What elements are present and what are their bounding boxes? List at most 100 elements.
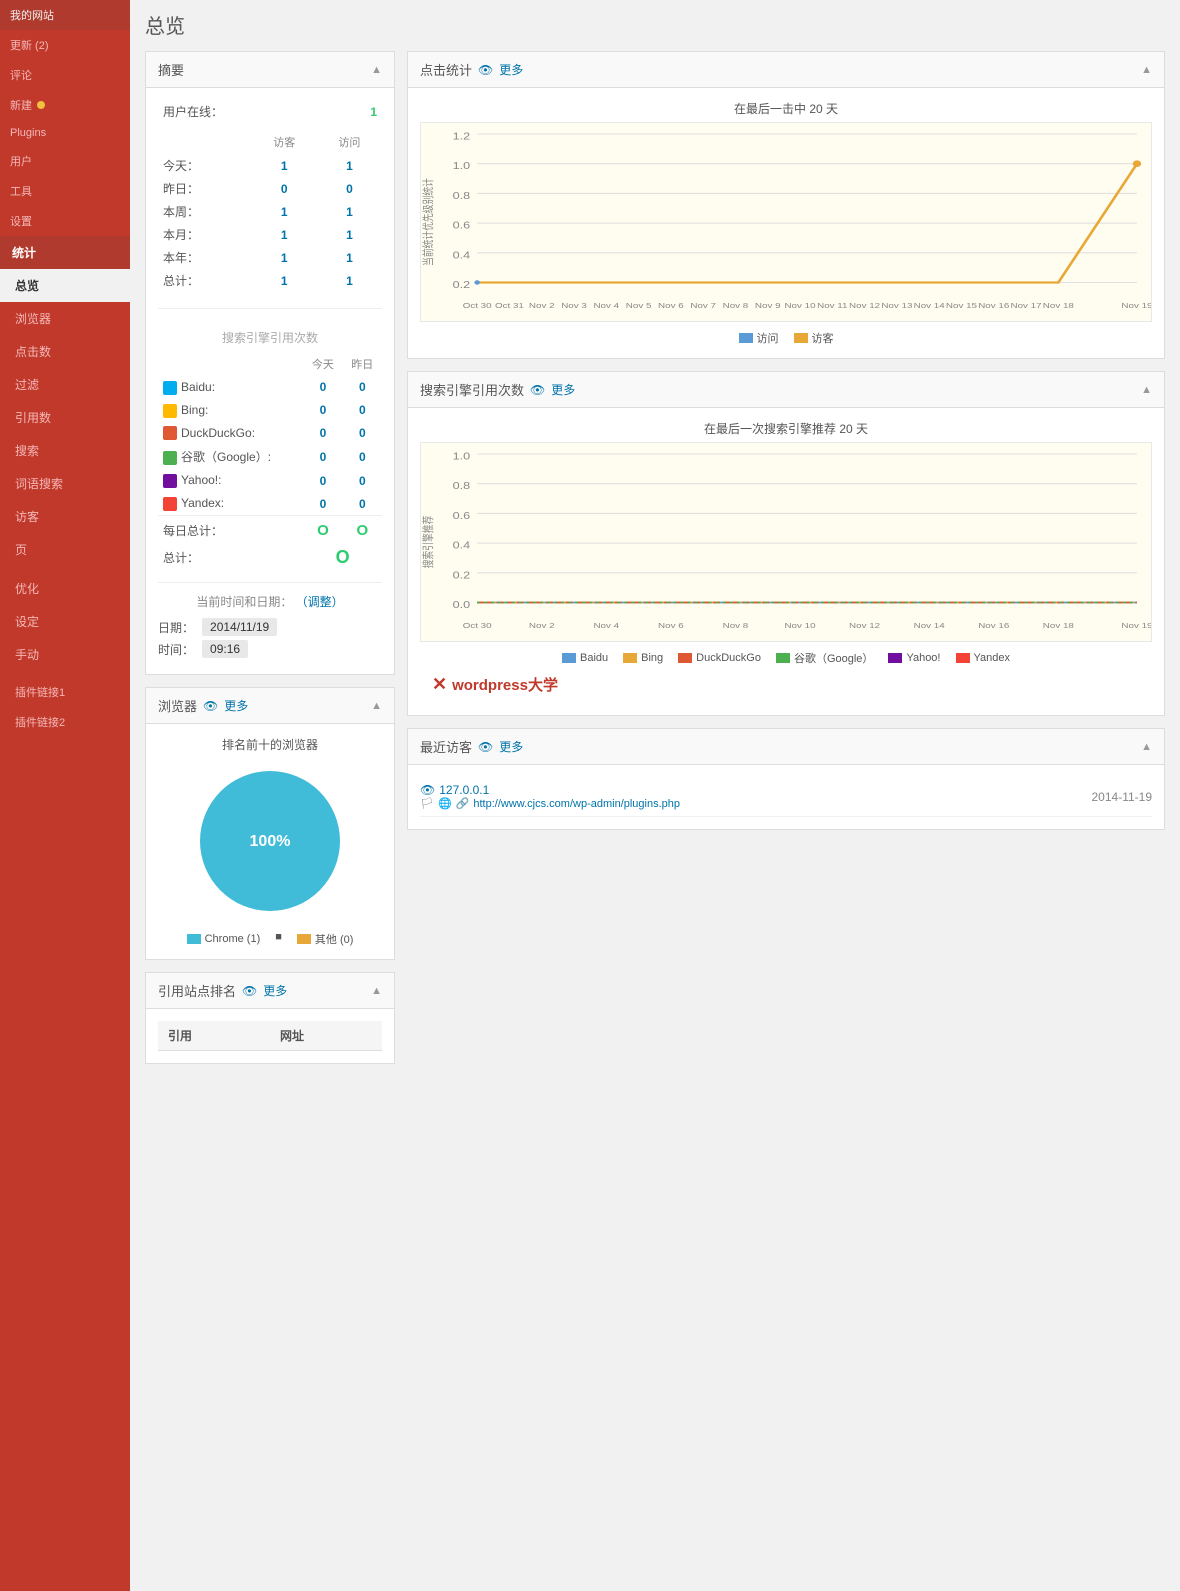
- se-row-google: 谷歌（Google）: 0 0: [158, 444, 382, 469]
- clicks-chart-title: 点击统计: [420, 60, 472, 79]
- sidebar-item-browser[interactable]: 浏览器: [0, 302, 130, 335]
- summary-collapse-button[interactable]: [371, 64, 382, 76]
- se-row-duckduckgo: DuckDuckGo: 0 0: [158, 422, 382, 445]
- sidebar-item-overview[interactable]: 总览: [0, 269, 130, 302]
- se-chart-card: 搜索引擎引用次数 👁 更多 在最后一次搜索引擎推荐 20 天: [407, 371, 1165, 716]
- svg-text:Oct 31: Oct 31: [495, 301, 524, 310]
- svg-text:Nov 17: Nov 17: [1011, 301, 1042, 310]
- legend-google: 谷歌（Google）: [776, 650, 873, 666]
- browser-collapse-button[interactable]: [371, 700, 382, 712]
- svg-text:Nov 19: Nov 19: [1121, 621, 1152, 630]
- sidebar-top-item-4[interactable]: 新建: [0, 90, 130, 120]
- sidebar-item-clicks[interactable]: 点击数: [0, 335, 130, 368]
- legend-label-other: 其他 (0): [315, 931, 354, 947]
- sidebar-item-referrals[interactable]: 引用数: [0, 401, 130, 434]
- se-col-yesterday: 昨日: [343, 352, 382, 376]
- sidebar-item-pages[interactable]: 页: [0, 533, 130, 566]
- online-label: 用户在线：: [158, 100, 339, 123]
- sidebar-item-optimize[interactable]: 优化: [0, 572, 130, 605]
- summary-stats-table: 访客 访问 今天： 1 1 昨日： 0 0: [158, 131, 382, 292]
- sidebar-item-visitors[interactable]: 访客: [0, 500, 130, 533]
- svg-text:Oct 30: Oct 30: [463, 301, 492, 310]
- clicks-collapse-button[interactable]: [1141, 64, 1152, 76]
- recent-visitors-body: 👁 127.0.0.1 🏳 🌐 🔗 http://www.cjcs.com/wp…: [408, 765, 1164, 829]
- clicks-chart-subtitle: 在最后一击中 20 天: [420, 100, 1152, 117]
- visitor-page-link[interactable]: http://www.cjcs.com/wp-admin/plugins.php: [473, 798, 680, 810]
- se-more-link[interactable]: 更多: [551, 381, 575, 398]
- col-visits-header: 访客: [252, 131, 317, 154]
- sidebar-top-item-5[interactable]: Plugins: [0, 120, 130, 146]
- se-row-yahoo: Yahoo!: 0 0: [158, 469, 382, 492]
- svg-text:0.2: 0.2: [453, 280, 471, 290]
- visitor-eye-icon: 👁: [420, 783, 435, 797]
- sidebar-item-settings[interactable]: 设定: [0, 605, 130, 638]
- browser-more-link[interactable]: 更多: [224, 697, 248, 714]
- referrer-collapse-button[interactable]: [371, 985, 382, 997]
- legend-label-ddg: DuckDuckGo: [696, 652, 761, 664]
- notification-dot: [37, 101, 45, 109]
- visitor-detail: 🏳 🌐 🔗 http://www.cjcs.com/wp-admin/plugi…: [420, 797, 680, 810]
- svg-text:0.8: 0.8: [453, 191, 471, 201]
- summary-title: 摘要: [158, 60, 184, 79]
- sidebar-item-filter[interactable]: 过滤: [0, 368, 130, 401]
- summary-card-body: 用户在线： 1 访客 访问 今天： 1 1: [146, 88, 394, 674]
- legend-label-yahoo: Yahoo!: [906, 652, 940, 664]
- wp-logo-symbol: ✕: [432, 674, 447, 695]
- svg-text:Nov 6: Nov 6: [658, 621, 684, 630]
- content-row-top: 摘要 用户在线： 1 访客 访问: [145, 51, 1165, 1076]
- sidebar-top-item-6[interactable]: 用户: [0, 146, 130, 176]
- svg-text:Nov 16: Nov 16: [978, 301, 1009, 310]
- main-content: 总览 摘要 用户在线： 1: [130, 0, 1180, 1591]
- se-row-yandex: Yandex: 0 0: [158, 492, 382, 515]
- sidebar-top-item-2[interactable]: 更新 (2): [0, 30, 130, 60]
- legend-label-chrome: Chrome (1): [205, 933, 261, 945]
- browser-card-body: 排名前十的浏览器 100% Chrome (1) ■: [146, 724, 394, 959]
- se-collapse-button[interactable]: [1141, 384, 1152, 396]
- referrer-card: 引用站点排名 👁 更多 引用 网址: [145, 972, 395, 1064]
- referrer-more-link[interactable]: 更多: [263, 982, 287, 999]
- sidebar-item-search[interactable]: 搜索: [0, 434, 130, 467]
- referrer-card-header: 引用站点排名 👁 更多: [146, 973, 394, 1009]
- yahoo-icon: [163, 474, 177, 488]
- pie-chart-svg: 100%: [190, 761, 350, 921]
- visitor-ip-link[interactable]: 127.0.0.1: [439, 783, 489, 797]
- summary-row-month: 本月： 1 1: [158, 223, 382, 246]
- sidebar-top-item-3[interactable]: 评论: [0, 60, 130, 90]
- svg-text:0.4: 0.4: [453, 250, 471, 260]
- adjust-link[interactable]: （调整）: [296, 595, 344, 609]
- visitor-browser-icon: 🌐: [438, 797, 452, 810]
- svg-text:1.0: 1.0: [453, 452, 471, 462]
- sidebar-item-word-search[interactable]: 词语搜索: [0, 467, 130, 500]
- svg-text:Nov 14: Nov 14: [914, 301, 945, 310]
- clicks-more-link[interactable]: 更多: [499, 61, 523, 78]
- svg-text:Nov 4: Nov 4: [593, 301, 619, 310]
- sidebar-top-item-8[interactable]: 设置: [0, 206, 130, 236]
- summary-card: 摘要 用户在线： 1 访客 访问: [145, 51, 395, 675]
- visitors-more-link[interactable]: 更多: [499, 738, 523, 755]
- summary-header-row: 访客 访问: [158, 131, 382, 154]
- sidebar-top-item-1[interactable]: 我的网站: [0, 0, 130, 30]
- time-label: 时间：: [158, 641, 194, 658]
- search-engine-section: 搜索引擎引用次数 今天 昨日 Baidu: 0: [158, 308, 382, 572]
- sidebar-top-item-7[interactable]: 工具: [0, 176, 130, 206]
- sidebar-item-plugin-a[interactable]: 插件链接1: [0, 677, 130, 707]
- legend-box-chrome: [187, 934, 201, 944]
- sidebar-item-manual[interactable]: 手动: [0, 638, 130, 671]
- se-section-title: 搜索引擎引用次数: [158, 329, 382, 346]
- referrer-title: 引用站点排名: [158, 981, 236, 1000]
- svg-text:Nov 14: Nov 14: [914, 621, 945, 630]
- se-row-baidu: Baidu: 0 0: [158, 376, 382, 399]
- datetime-section: 当前时间和日期： （调整） 日期： 2014/11/19 时间： 09:16: [158, 582, 382, 658]
- left-column: 摘要 用户在线： 1 访客 访问: [145, 51, 395, 1076]
- sidebar-item-plugin-b[interactable]: 插件链接2: [0, 707, 130, 737]
- svg-text:Nov 19: Nov 19: [1121, 301, 1152, 310]
- svg-text:1.2: 1.2: [453, 132, 471, 142]
- legend-yandex: Yandex: [956, 650, 1011, 666]
- clicks-eye-icon: 👁: [478, 63, 493, 77]
- summary-row-year: 本年： 1 1: [158, 246, 382, 269]
- visitors-collapse-button[interactable]: [1141, 741, 1152, 753]
- legend-ddg: DuckDuckGo: [678, 650, 761, 666]
- se-row-daily-total: 每日总计： O O: [158, 516, 382, 544]
- svg-text:Nov 2: Nov 2: [529, 301, 555, 310]
- svg-text:搜索引擎推荐: 搜索引擎推荐: [421, 516, 435, 569]
